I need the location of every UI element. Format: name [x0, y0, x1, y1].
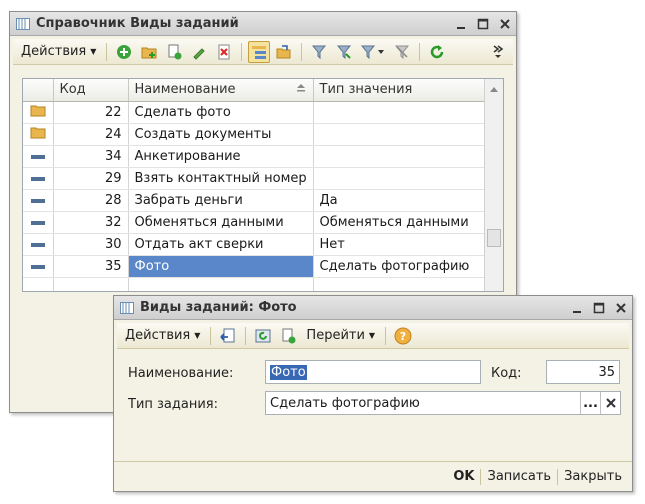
main-toolbar: Действия ▼	[13, 39, 513, 65]
table-row[interactable]: 29 Взять контактный номер	[23, 167, 494, 190]
save-button[interactable]: Записать	[481, 469, 557, 484]
catalog-icon	[16, 17, 30, 31]
actions-menu[interactable]: Действия ▼	[17, 41, 100, 63]
main-window-title: Справочник Виды заданий	[36, 16, 239, 31]
filter-by-value-icon[interactable]	[333, 41, 355, 63]
move-to-group-icon[interactable]	[273, 41, 295, 63]
add-icon[interactable]	[113, 41, 135, 63]
table-header: Код Наименование Тип значения	[23, 79, 494, 102]
cell-value-type	[313, 167, 494, 190]
maximize-icon[interactable]	[472, 13, 494, 35]
cell-value-type	[313, 101, 494, 124]
table-row[interactable]: 24 Создать документы	[23, 123, 494, 146]
cell-code: 35	[53, 255, 129, 278]
item-dialog: Виды заданий: Фото Действия ▼ Перейти ▼ ? …	[113, 295, 633, 492]
cell-value-type: Нет	[313, 233, 494, 256]
add-folder-icon[interactable]	[138, 41, 160, 63]
hierarchy-view-icon[interactable]	[248, 40, 271, 63]
cell-code: 32	[53, 211, 129, 234]
table-row[interactable]: 22 Сделать фото	[23, 101, 494, 124]
cell-name: Обменяться данными	[128, 211, 314, 234]
cell-name: Отдать акт сверки	[128, 233, 314, 256]
item-icon	[23, 211, 54, 234]
filter-history-icon[interactable]	[358, 41, 388, 63]
catalog-table: Код Наименование Тип значения 22 Сделать …	[22, 78, 504, 292]
column-header-name[interactable]: Наименование	[128, 79, 314, 102]
clear-icon[interactable]	[600, 392, 620, 414]
cell-value-type	[313, 123, 494, 146]
type-label: Тип задания:	[128, 397, 219, 412]
type-field[interactable]: Сделать фотографию ...	[265, 391, 621, 415]
maximize-icon[interactable]	[588, 297, 610, 319]
cell-name: Фото	[128, 255, 314, 278]
reread-icon[interactable]	[252, 325, 274, 347]
item-icon	[23, 167, 54, 190]
item-icon	[23, 255, 54, 278]
dialog-titlebar[interactable]: Виды заданий: Фото	[114, 296, 632, 320]
item-icon	[23, 233, 54, 256]
table-row[interactable]: 32 Обменяться данными Обменяться данными	[23, 211, 494, 234]
table-row[interactable]: 30 Отдать акт сверки Нет	[23, 233, 494, 256]
scroll-up-icon[interactable]	[485, 79, 503, 98]
cell-value-type	[313, 145, 494, 168]
vertical-scrollbar[interactable]	[484, 79, 503, 291]
cell-value-type: Да	[313, 189, 494, 212]
cell-name: Взять контактный номер	[128, 167, 314, 190]
cell-value-type: Сделать фотографию	[313, 255, 494, 278]
save-and-close-icon[interactable]	[217, 325, 239, 347]
main-titlebar[interactable]: Справочник Виды заданий	[10, 12, 516, 36]
filter-icon[interactable]	[308, 41, 330, 63]
more-chevron-icon[interactable]	[487, 41, 509, 63]
delete-icon[interactable]	[213, 41, 235, 63]
goto-menu[interactable]: Перейти ▼	[302, 325, 379, 347]
table-row-empty	[23, 277, 494, 291]
clear-filter-icon[interactable]	[391, 41, 413, 63]
item-icon	[23, 189, 54, 212]
table-row[interactable]: 28 Забрать деньги Да	[23, 189, 494, 212]
cell-value-type: Обменяться данными	[313, 211, 494, 234]
table-row[interactable]: 34 Анкетирование	[23, 145, 494, 168]
cell-name: Создать документы	[128, 123, 314, 146]
minimize-icon[interactable]	[450, 13, 472, 35]
ok-button[interactable]: OK	[447, 469, 480, 484]
scroll-thumb[interactable]	[487, 229, 501, 247]
copy-item-icon[interactable]	[277, 325, 299, 347]
item-icon	[23, 145, 54, 168]
cell-name: Анкетирование	[128, 145, 314, 168]
cell-name: Забрать деньги	[128, 189, 314, 212]
close-icon[interactable]	[610, 297, 632, 319]
code-field[interactable]: 35	[546, 360, 620, 384]
dialog-actions-menu[interactable]: Действия ▼	[121, 325, 204, 347]
name-label: Наименование:	[128, 366, 234, 381]
cell-code: 30	[53, 233, 129, 256]
choose-button[interactable]: ...	[580, 392, 600, 414]
svg-text:?: ?	[400, 330, 406, 343]
cell-code: 22	[53, 101, 129, 124]
column-header-code[interactable]: Код	[53, 79, 129, 102]
name-field[interactable]: Фото	[265, 360, 481, 384]
cell-name: Сделать фото	[128, 101, 314, 124]
cell-code: 34	[53, 145, 129, 168]
close-icon[interactable]	[494, 13, 516, 35]
dialog-toolbar: Действия ▼ Перейти ▼ ?	[117, 323, 629, 349]
dialog-button-bar: OK Записать Закрыть	[114, 461, 632, 491]
minimize-icon[interactable]	[566, 297, 588, 319]
table-row[interactable]: 35 Фото Сделать фотографию	[23, 255, 494, 278]
code-label: Код:	[491, 366, 522, 381]
help-icon[interactable]: ?	[392, 325, 414, 347]
edit-icon[interactable]	[188, 41, 210, 63]
close-button[interactable]: Закрыть	[558, 469, 628, 484]
sort-ascending-icon	[295, 82, 307, 97]
dialog-title: Виды заданий: Фото	[140, 300, 297, 315]
cell-code: 29	[53, 167, 129, 190]
copy-icon[interactable]	[163, 41, 185, 63]
catalog-icon	[120, 301, 134, 315]
column-header-icon[interactable]	[23, 79, 54, 102]
refresh-icon[interactable]	[426, 41, 448, 63]
column-header-value-type[interactable]: Тип значения	[313, 79, 494, 102]
folder-icon	[23, 123, 54, 146]
cell-code: 28	[53, 189, 129, 212]
cell-code: 24	[53, 123, 129, 146]
folder-icon	[23, 101, 54, 124]
